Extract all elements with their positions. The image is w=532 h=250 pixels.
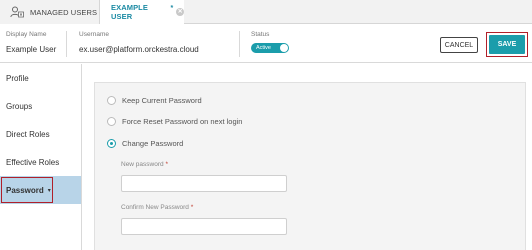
- keep-password-option[interactable]: Keep Current Password: [107, 96, 202, 105]
- close-icon[interactable]: ✕: [176, 8, 184, 16]
- option-label: Keep Current Password: [122, 96, 202, 105]
- sidebar-item-profile[interactable]: Profile: [0, 64, 81, 92]
- status-value: Active: [256, 45, 271, 51]
- password-panel: Keep Current Password Force Reset Passwo…: [94, 82, 526, 250]
- tab-bar: MANAGED USERS EXAMPLE USER * ✕: [0, 0, 532, 25]
- sidebar-item-label: Password: [6, 185, 44, 195]
- divider: [66, 31, 67, 57]
- sidebar-item-label: Groups: [6, 101, 33, 111]
- keep-password-radio[interactable]: [107, 96, 116, 105]
- divider: [239, 31, 240, 57]
- sidebar-item-password[interactable]: Password ▾: [0, 176, 81, 204]
- new-password-label: New password *: [121, 161, 168, 168]
- confirm-password-label-text: Confirm New Password: [121, 204, 189, 211]
- status-label: Status: [251, 31, 270, 38]
- sidebar-item-groups[interactable]: Groups: [0, 92, 81, 120]
- display-name-value: Example User: [6, 45, 57, 54]
- required-marker: *: [165, 161, 168, 168]
- toggle-knob: [280, 44, 288, 52]
- chevron-down-icon: ▾: [47, 187, 51, 194]
- display-name-field: Display Name Example User: [6, 31, 56, 54]
- tab-label: MANAGED USERS: [30, 7, 98, 17]
- option-label: Force Reset Password on next login: [122, 117, 243, 126]
- username-value: ex.user@platform.orckestra.cloud: [79, 45, 199, 54]
- new-password-label-text: New password: [121, 161, 164, 168]
- option-label: Change Password: [122, 139, 184, 148]
- new-password-input[interactable]: [121, 175, 287, 192]
- username-label: Username: [79, 31, 109, 38]
- change-password-option[interactable]: Change Password: [107, 139, 183, 148]
- tab-managed-users[interactable]: MANAGED USERS: [0, 0, 100, 24]
- sidebar-item-label: Effective Roles: [6, 157, 60, 167]
- force-reset-option[interactable]: Force Reset Password on next login: [107, 117, 242, 126]
- status-toggle[interactable]: Active: [251, 43, 289, 53]
- sidebar-item-direct-roles[interactable]: Direct Roles: [0, 120, 81, 148]
- username-field: Username ex.user@platform.orckestra.clou…: [79, 31, 199, 54]
- user-header: Display Name Example User Username ex.us…: [0, 25, 532, 63]
- sidebar-item-label: Direct Roles: [6, 129, 50, 139]
- confirm-password-input[interactable]: [121, 218, 287, 235]
- tab-example-user[interactable]: EXAMPLE USER * ✕: [100, 0, 184, 25]
- change-password-radio[interactable]: [107, 139, 116, 148]
- status-field: Status Active: [251, 31, 289, 53]
- required-marker: *: [190, 204, 194, 211]
- unsaved-marker: *: [170, 4, 174, 12]
- sidebar-item-effective-roles[interactable]: Effective Roles: [0, 148, 81, 176]
- display-name-label: Display Name: [6, 31, 47, 38]
- sidebar: Profile Groups Direct Roles Effective Ro…: [0, 64, 82, 250]
- users-icon: [10, 6, 24, 18]
- cancel-button[interactable]: CANCEL: [440, 37, 478, 53]
- save-button[interactable]: SAVE: [489, 35, 525, 54]
- force-reset-radio[interactable]: [107, 117, 116, 126]
- sidebar-item-label: Profile: [6, 73, 29, 83]
- confirm-password-label: Confirm New Password *: [121, 204, 193, 211]
- tab-label: EXAMPLE USER: [111, 3, 148, 21]
- save-button-highlight: SAVE: [486, 32, 528, 57]
